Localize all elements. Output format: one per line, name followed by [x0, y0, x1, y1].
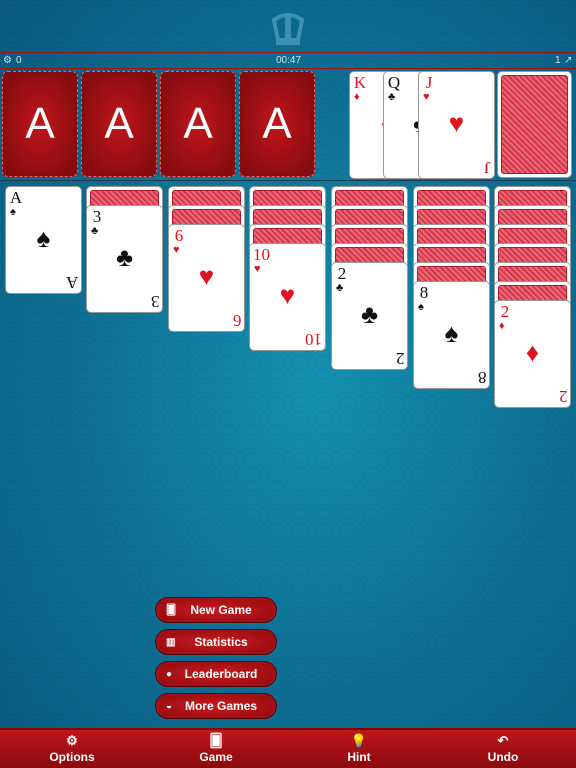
timer: 00:47 [276, 55, 302, 66]
card-rank-inverted: A [65, 273, 78, 292]
card-rank: K [353, 73, 367, 92]
card-rank: J [425, 73, 433, 92]
gear-icon[interactable]: ⚙ [3, 55, 12, 66]
card-pip: ♠ [36, 223, 51, 253]
card-pip: ♣ [360, 299, 379, 329]
gamepad-icon: ◒ [166, 700, 173, 712]
card-suit: ♥ [173, 244, 180, 256]
toolbar-game-button[interactable]: 🂠 Game [166, 733, 266, 764]
menu-statistics-button[interactable]: ▥ Statistics [155, 629, 277, 655]
foundation-pile[interactable]: A [239, 71, 315, 177]
gears-icon: ⚙ [66, 733, 78, 748]
foundation-pile[interactable]: A [160, 71, 236, 177]
tableau-card[interactable]: 2 ♣ ♣ 2 [331, 262, 408, 370]
moves: 1 [555, 55, 561, 66]
tableau-card[interactable]: 2 ♦ ♦ 2 [494, 300, 571, 408]
moves-icon: ↗ [564, 55, 573, 66]
card-suit: ♣ [336, 282, 344, 294]
toolbar-hint-button[interactable]: 💡 Hint [309, 733, 409, 764]
chart-icon: ▥ [166, 636, 176, 648]
card-rank-inverted: 2 [558, 387, 568, 406]
menu-new-game-button[interactable]: 🂠 New Game [155, 597, 277, 623]
card-pip: ♠ [444, 318, 459, 348]
card-rank: Q [387, 73, 401, 92]
tableau-card[interactable]: 3 ♣ ♣ 3 [86, 205, 163, 313]
stock-pile[interactable] [497, 71, 572, 178]
tableau-card[interactable]: A ♠ ♠ A [5, 186, 82, 294]
waste-card[interactable]: J ♥ ♥ J [418, 71, 495, 179]
menu-leaderboard-button[interactable]: ● Leaderboard [155, 661, 277, 687]
tableau-card[interactable]: 8 ♠ ♠ 8 [413, 281, 490, 389]
card-suit: ♥ [423, 91, 430, 103]
card-rank: 3 [92, 207, 102, 226]
card-rank-inverted: 10 [305, 330, 322, 349]
card-suit: ♣ [91, 225, 99, 237]
card-suit: ♥ [254, 263, 261, 275]
foundation-pile[interactable]: A [81, 71, 157, 177]
card-rank: 2 [337, 264, 347, 283]
undo-icon: ↶ [497, 733, 509, 748]
card-pip: ♥ [198, 261, 215, 291]
card-rank-inverted: 2 [395, 349, 405, 368]
card-pip: ♥ [279, 280, 296, 310]
card-pip: ♣ [115, 242, 134, 272]
card-suit: ♣ [388, 91, 396, 103]
toolbar-undo-button[interactable]: ↶ Undo [453, 733, 553, 764]
card-rank-inverted: 8 [477, 368, 487, 387]
crown-logo-icon [271, 13, 305, 45]
card-suit: ♠ [10, 206, 16, 218]
leaderboard-icon: ● [166, 668, 173, 680]
tableau-card[interactable]: 10 ♥ ♥ 10 [249, 243, 326, 351]
toolbar-options-button[interactable]: ⚙ Options [22, 733, 122, 764]
status-bar: ⚙ 0 00:47 1 ↗ [0, 52, 576, 69]
card-rank: 10 [253, 245, 270, 264]
cards-icon: 🂠 [209, 733, 223, 748]
toolbar: ⚙ Options 🂠 Game 💡 Hint ↶ Undo [0, 728, 576, 768]
card-rank-inverted: J [484, 158, 491, 177]
cards-icon: 🂠 [166, 604, 177, 616]
card-rank-inverted: 6 [232, 311, 242, 330]
card-pip: ♦ [525, 337, 540, 367]
card-rank: 2 [500, 302, 510, 321]
card-suit: ♠ [418, 301, 424, 313]
card-rank-inverted: 3 [150, 292, 160, 311]
card-suit: ♦ [354, 91, 360, 103]
card-suit: ♦ [499, 320, 505, 332]
card-rank: 6 [174, 226, 184, 245]
tableau-card[interactable]: 6 ♥ ♥ 6 [168, 224, 245, 332]
foundation-pile[interactable]: A [2, 71, 78, 177]
divider [0, 180, 576, 181]
menu-more-games-button[interactable]: ◒ More Games [155, 693, 277, 719]
card-rank: 8 [419, 283, 429, 302]
lightbulb-icon: 💡 [350, 733, 368, 748]
card-rank: A [9, 188, 23, 207]
score: 0 [16, 55, 22, 66]
card-pip: ♥ [448, 108, 465, 138]
